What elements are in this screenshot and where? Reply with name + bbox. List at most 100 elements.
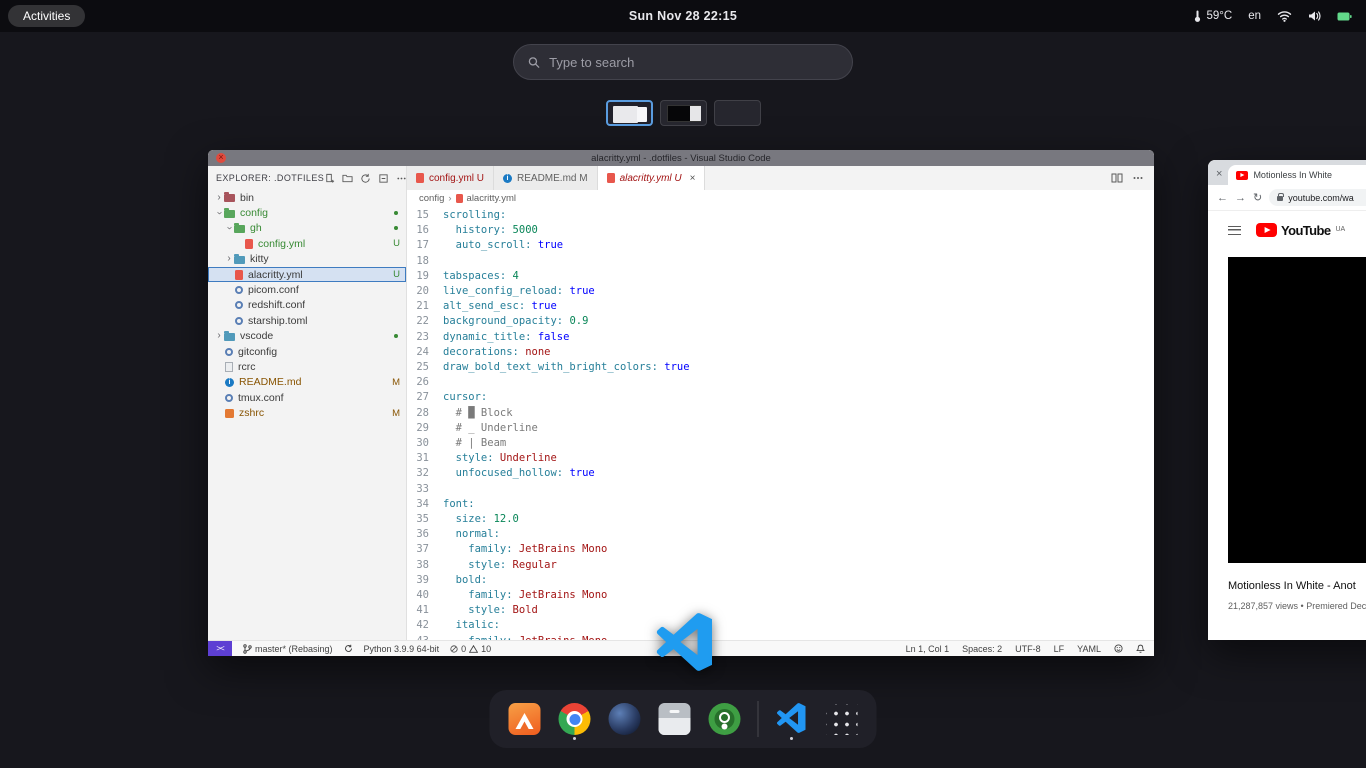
- reload-icon[interactable]: ↻: [1253, 191, 1262, 204]
- editor-tab-readme-md[interactable]: iREADME.md M: [494, 166, 598, 190]
- alacritty-icon: [509, 703, 541, 735]
- dock-item-chrome[interactable]: [558, 699, 592, 739]
- dock-item-alacritty[interactable]: [508, 699, 542, 739]
- chrome-window[interactable]: × Motionless In White ← → ↻ youtube.com/…: [1208, 160, 1366, 640]
- encoding-setting[interactable]: UTF-8: [1015, 644, 1041, 654]
- explorer-item-picom-conf[interactable]: picom.conf: [208, 282, 406, 297]
- explorer-item-gitconfig[interactable]: gitconfig: [208, 344, 406, 359]
- refresh-icon[interactable]: [360, 173, 371, 184]
- explorer-item-kitty[interactable]: ›kitty: [208, 252, 406, 267]
- split-editor-icon[interactable]: [1111, 172, 1123, 184]
- window-title: alacritty.yml - .dotfiles - Visual Studi…: [591, 153, 771, 164]
- battery-icon[interactable]: [1337, 11, 1352, 22]
- feedback-smiley-icon[interactable]: [1114, 644, 1123, 653]
- workspace-thumbnail[interactable]: [714, 100, 761, 126]
- close-tab-icon[interactable]: ×: [690, 173, 696, 184]
- yml-file-icon: [235, 270, 243, 280]
- browser-tab[interactable]: Motionless In White: [1228, 165, 1366, 185]
- explorer-item-alacritty-yml[interactable]: alacritty.ymlU: [208, 267, 406, 282]
- code-text: # _ Underline: [443, 421, 538, 436]
- explorer-item-bin[interactable]: ›bin: [208, 190, 406, 205]
- editor-tab-config-yml[interactable]: config.yml U: [407, 166, 494, 190]
- gnome-top-bar: Activities Sun Nov 28 22:15 59°C en: [0, 0, 1366, 32]
- gear-file-icon: [235, 301, 243, 309]
- padlock-icon: [1277, 196, 1283, 201]
- chevron-down-icon: ›: [214, 208, 224, 218]
- address-bar[interactable]: youtube.com/wa: [1269, 189, 1366, 206]
- volume-icon[interactable]: [1308, 10, 1321, 22]
- git-badge-dot: [394, 211, 398, 215]
- sync-button[interactable]: [344, 644, 353, 653]
- warning-icon: [469, 645, 478, 653]
- eol-setting[interactable]: LF: [1054, 644, 1065, 654]
- explorer-item-label: zshrc: [239, 407, 264, 419]
- remote-indicator-button[interactable]: ><: [208, 641, 232, 657]
- explorer-item-vscode[interactable]: ›vscode: [208, 329, 406, 344]
- clock[interactable]: Sun Nov 28 22:15: [629, 9, 737, 23]
- new-folder-icon[interactable]: [342, 173, 353, 184]
- git-badge-dot: [394, 334, 398, 338]
- explorer-item-zshrc[interactable]: zshrcM: [208, 405, 406, 420]
- keyboard-layout[interactable]: en: [1248, 10, 1261, 22]
- forward-icon[interactable]: →: [1235, 192, 1246, 204]
- video-player[interactable]: [1228, 257, 1366, 563]
- activities-button[interactable]: Activities: [8, 5, 85, 27]
- dock-item-eclipse[interactable]: [608, 699, 642, 739]
- dock-item-files[interactable]: [658, 699, 692, 739]
- workspace-thumbnail[interactable]: [606, 100, 653, 126]
- breadcrumb-item[interactable]: config: [419, 193, 444, 204]
- breadcrumb-item[interactable]: alacritty.yml: [467, 193, 516, 204]
- cursor-position[interactable]: Ln 1, Col 1: [906, 644, 950, 654]
- more-actions-icon[interactable]: [1132, 172, 1144, 184]
- python-interpreter[interactable]: Python 3.9.9 64-bit: [364, 644, 440, 654]
- explorer-item-starship-toml[interactable]: starship.toml: [208, 313, 406, 328]
- collapse-folders-icon[interactable]: [378, 173, 389, 184]
- explorer-item-tmux-conf[interactable]: tmux.conf: [208, 390, 406, 405]
- workspace-thumbnail[interactable]: [660, 100, 707, 126]
- chevron-right-icon: ›: [214, 331, 224, 341]
- vscode-titlebar[interactable]: × alacritty.yml - .dotfiles - Visual Stu…: [208, 150, 1154, 166]
- line-number: 33: [407, 482, 443, 497]
- wifi-icon[interactable]: [1277, 10, 1292, 22]
- explorer-item-label: rcrc: [238, 361, 256, 373]
- explorer-item-rcrc[interactable]: rcrc: [208, 359, 406, 374]
- dock-item-keepassxc[interactable]: [708, 699, 742, 739]
- line-number: 38: [407, 558, 443, 573]
- problems-status[interactable]: 0 10: [450, 644, 491, 654]
- explorer-item-config[interactable]: ›config: [208, 205, 406, 220]
- language-mode[interactable]: YAML: [1077, 644, 1101, 654]
- explorer-item-readme-md[interactable]: iREADME.mdM: [208, 375, 406, 390]
- line-number: 20: [407, 284, 443, 299]
- explorer-item-redshift-conf[interactable]: redshift.conf: [208, 298, 406, 313]
- close-window-icon[interactable]: ×: [1216, 168, 1222, 180]
- notifications-bell-icon[interactable]: [1136, 644, 1145, 654]
- code-editor[interactable]: 15scrolling:16 history: 500017 auto_scro…: [407, 206, 1154, 640]
- breadcrumb[interactable]: config › alacritty.yml: [407, 190, 1154, 206]
- menu-hamburger-icon[interactable]: [1228, 226, 1241, 235]
- chrome-tab-strip: × Motionless In White: [1208, 160, 1366, 185]
- indentation-setting[interactable]: Spaces: 2: [962, 644, 1002, 654]
- youtube-page: YouTube UA Motionless In White - Anot 21…: [1208, 211, 1366, 611]
- close-window-icon[interactable]: ×: [216, 153, 226, 163]
- search-input[interactable]: [549, 55, 838, 70]
- code-line: 15scrolling:: [407, 208, 1154, 223]
- git-branch-status[interactable]: master* (Rebasing): [243, 644, 333, 654]
- line-number: 35: [407, 512, 443, 527]
- code-text: cursor:: [443, 390, 487, 405]
- code-line: 32 unfocused_hollow: true: [407, 466, 1154, 481]
- new-file-icon[interactable]: [324, 173, 335, 184]
- dock-item-app-grid[interactable]: [825, 699, 859, 739]
- chevron-right-icon: ›: [214, 193, 224, 203]
- editor-tab-alacritty-yml[interactable]: alacritty.yml U×: [598, 166, 706, 190]
- explorer-tree: ›bin›config›ghconfig.ymlU›kittyalacritty…: [208, 190, 406, 421]
- explorer-item-config-yml[interactable]: config.ymlU: [208, 236, 406, 251]
- dock-item-vscode[interactable]: [775, 699, 809, 739]
- code-text: auto_scroll: true: [443, 238, 563, 253]
- youtube-logo[interactable]: YouTube UA: [1256, 223, 1345, 238]
- back-icon[interactable]: ←: [1217, 192, 1228, 204]
- explorer-item-gh[interactable]: ›gh: [208, 221, 406, 236]
- youtube-wordmark: YouTube: [1281, 223, 1330, 238]
- vscode-window[interactable]: × alacritty.yml - .dotfiles - Visual Stu…: [208, 150, 1154, 656]
- more-actions-icon[interactable]: [396, 173, 407, 184]
- window-preview: [637, 107, 647, 122]
